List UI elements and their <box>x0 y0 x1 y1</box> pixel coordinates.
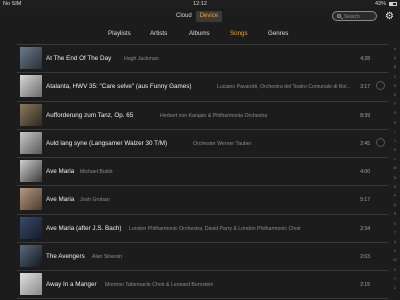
index-letter[interactable]: W <box>391 256 399 265</box>
download-status-icon[interactable] <box>376 81 385 91</box>
index-letter[interactable]: P <box>391 192 399 201</box>
index-letter[interactable]: N <box>391 174 399 183</box>
song-title: Atalanta, HWV 35: "Care selve" (aus Funn… <box>46 83 192 91</box>
song-title: The Avengers <box>46 253 85 261</box>
album-art <box>20 131 42 154</box>
song-row[interactable]: Away In a Manger Mormon Tabernacle Choir… <box>17 270 388 299</box>
index-letter[interactable]: C <box>391 73 399 82</box>
battery-icon <box>389 2 397 6</box>
album-art <box>20 216 42 239</box>
song-title: Ave Maria <box>46 168 75 176</box>
index-letter[interactable]: O <box>391 183 399 192</box>
song-artist: Orchester Werner Tauber <box>193 140 252 147</box>
tab-genres[interactable]: Genres <box>268 30 288 37</box>
song-duration: 4:00 <box>360 169 370 176</box>
song-artist: Josh Groban <box>80 197 110 204</box>
index-letter[interactable]: U <box>391 238 399 247</box>
song-artist: Mormon Tabernacle Choir & Leonard Bernst… <box>105 282 214 289</box>
song-row[interactable]: Ave Maria (after J.S. Bach) London Philh… <box>17 213 388 242</box>
song-duration: 5:17 <box>360 197 370 204</box>
album-art <box>20 245 42 268</box>
song-row[interactable]: Ave Maria Michael Bublé 4:00 <box>17 157 388 185</box>
song-artist: Herbert von Karajan & Philharmonia Orche… <box>160 112 268 119</box>
song-artist: London Philharmonic Orchestra, David Par… <box>129 225 301 232</box>
gear-icon[interactable]: ⚙ <box>385 12 394 22</box>
album-art <box>20 75 42 98</box>
index-letter[interactable]: L <box>391 155 399 164</box>
cloud-toggle[interactable]: Cloud <box>172 11 196 22</box>
index-letter[interactable]: H <box>391 119 399 128</box>
song-row[interactable]: Auld lang syne (Langsamer Walzer 30 T/M)… <box>17 128 388 157</box>
index-letter[interactable]: Q <box>391 201 399 210</box>
index-letter[interactable]: D <box>391 82 399 91</box>
index-letter[interactable]: V <box>391 247 399 256</box>
album-art <box>20 188 42 211</box>
song-title: Away In a Manger <box>46 281 97 289</box>
album-art <box>20 160 42 183</box>
index-letter[interactable]: # <box>391 45 399 54</box>
alphabet-index[interactable]: # A B C D E F G H I J K L M N O P Q R S … <box>391 45 399 293</box>
song-duration: 2:03 <box>360 254 370 261</box>
index-letter[interactable]: Y <box>391 275 399 284</box>
song-row[interactable]: Ave Maria Josh Groban 5:17 <box>17 185 388 213</box>
tab-playlists[interactable]: Playlists <box>108 30 131 37</box>
search-input[interactable] <box>344 13 375 20</box>
song-title: Aufforderung zum Tanz, Op. 65 <box>46 111 134 119</box>
status-bar: No SIM 12:12 43% <box>0 0 400 9</box>
song-artist: Hugh Jackman <box>124 56 159 62</box>
tab-songs[interactable]: Songs <box>230 30 248 37</box>
index-letter[interactable]: S <box>391 220 399 229</box>
battery-percent: 43% <box>374 1 386 7</box>
song-duration: 3:17 <box>360 84 370 91</box>
index-letter[interactable]: X <box>391 266 399 275</box>
song-artist: Alan Silvestri <box>92 254 122 261</box>
index-letter[interactable]: B <box>391 63 399 72</box>
device-toggle[interactable]: Device <box>195 11 223 22</box>
song-row[interactable]: The Avengers Alan Silvestri 2:03 <box>17 242 388 270</box>
song-duration: 2:45 <box>360 140 370 147</box>
source-toggle: Cloud Device <box>172 11 223 22</box>
index-letter[interactable]: I <box>391 128 399 137</box>
index-letter[interactable]: K <box>391 146 399 155</box>
song-list: At The End Of The Day Hugh Jackman 4:28 … <box>17 44 388 299</box>
song-duration: 4:28 <box>360 56 370 62</box>
library-tabs: Playlists Artists Albums Songs Genres <box>0 30 400 40</box>
index-letter[interactable]: R <box>391 210 399 219</box>
song-artist: Luciano Pavarotti, Orchestra del Teatro … <box>217 84 351 91</box>
song-duration: 2:15 <box>360 282 370 289</box>
song-artist: Michael Bublé <box>80 169 113 176</box>
song-row[interactable]: Atalanta, HWV 35: "Care selve" (aus Funn… <box>17 72 388 100</box>
index-letter[interactable]: G <box>391 109 399 118</box>
song-title: Ave Maria <box>46 196 75 204</box>
song-title: At The End Of The Day <box>46 55 112 62</box>
tab-artists[interactable]: Artists <box>150 30 167 37</box>
clock: 12:12 <box>193 1 207 7</box>
song-duration: 8:39 <box>360 112 370 119</box>
download-status-icon[interactable] <box>376 137 385 147</box>
index-letter[interactable]: T <box>391 229 399 238</box>
search-icon <box>337 14 341 19</box>
index-letter[interactable]: F <box>391 100 399 109</box>
index-letter[interactable]: E <box>391 91 399 100</box>
song-title: Ave Maria (after J.S. Bach) <box>46 224 122 232</box>
index-letter[interactable]: Z <box>391 284 399 293</box>
index-letter[interactable]: M <box>391 164 399 173</box>
search-box[interactable] <box>332 11 377 21</box>
album-art <box>20 273 42 296</box>
song-title: Auld lang syne (Langsamer Walzer 30 T/M) <box>46 139 168 147</box>
song-duration: 2:34 <box>360 225 370 232</box>
index-letter[interactable]: A <box>391 54 399 63</box>
album-art <box>20 103 42 126</box>
song-row[interactable]: Aufforderung zum Tanz, Op. 65 Herbert vo… <box>17 100 388 129</box>
song-row[interactable]: At The End Of The Day Hugh Jackman 4:28 <box>17 44 388 72</box>
album-art <box>20 47 42 69</box>
tab-albums[interactable]: Albums <box>189 30 210 37</box>
index-letter[interactable]: J <box>391 137 399 146</box>
